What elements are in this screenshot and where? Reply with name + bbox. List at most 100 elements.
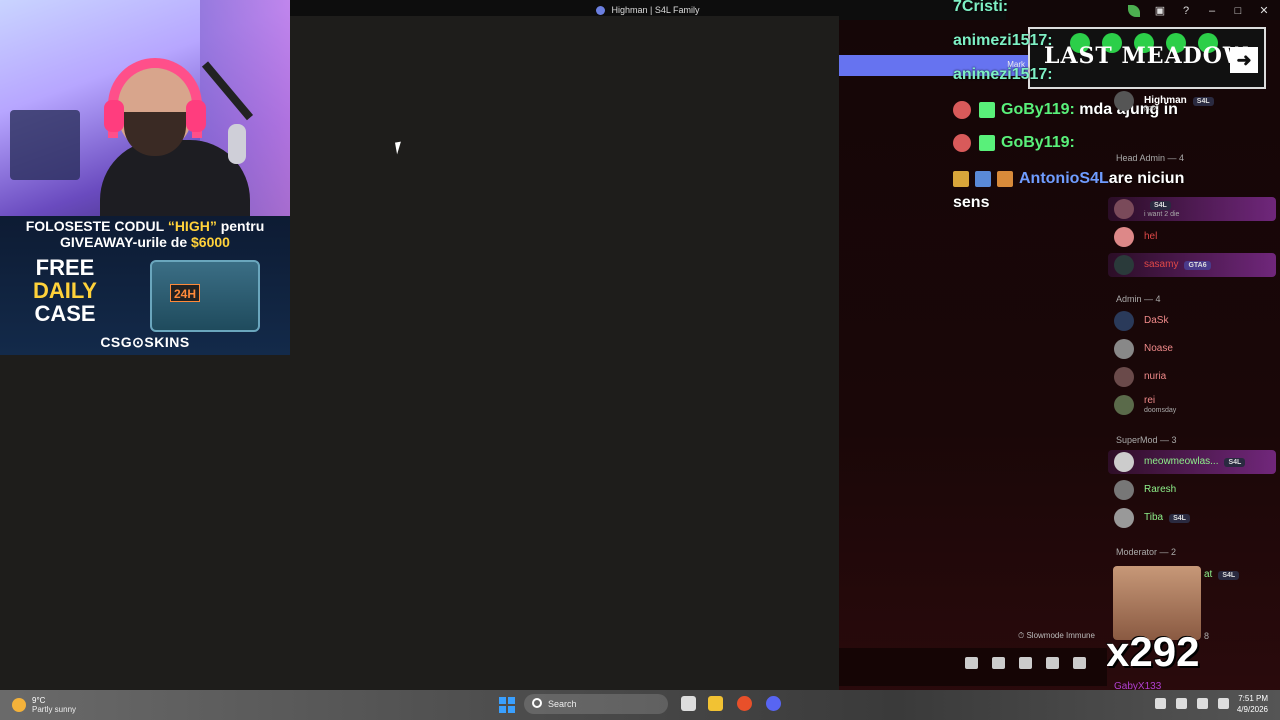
ad-daily: DAILY: [33, 278, 97, 303]
ad-free: FREE: [35, 255, 95, 280]
emote-icon: [953, 134, 971, 152]
clock-date: 4/9/2026: [1236, 705, 1268, 714]
sponsor-banner: FOLOSESTE CODUL “HIGH” pentru GIVEAWAY-u…: [0, 216, 290, 355]
member-row[interactable]: meowmeowlas... S4L: [1108, 450, 1276, 474]
task-view-icon[interactable]: [681, 696, 696, 711]
member-row[interactable]: nuria: [1108, 365, 1276, 389]
crown-badge-icon: [953, 170, 969, 187]
member-name: meowmeowlas... S4L: [1144, 456, 1246, 467]
chat-line: animezi1517:: [953, 66, 1053, 84]
headset-cup-right: [186, 100, 206, 132]
member-row[interactable]: S4L i want 2 die: [1108, 197, 1276, 221]
member-row[interactable]: Highman S4L ppsc: [1108, 89, 1276, 113]
ad-case: CASE: [34, 301, 96, 326]
clan-tag: S4L: [1224, 458, 1246, 467]
chat-line: animezi1517:: [953, 32, 1053, 50]
composer-actions: [965, 657, 1086, 669]
main-pane[interactable]: [290, 16, 839, 699]
chat-user: 7Cristi:: [953, 0, 1009, 15]
member-row[interactable]: DaSk: [1108, 309, 1276, 333]
headphones-icon[interactable]: [1176, 698, 1187, 709]
taskbar-clock[interactable]: 7:51 PM 4/9/2026: [1237, 693, 1268, 715]
ad-line-1: FOLOSESTE CODUL “HIGH” pentru: [0, 218, 290, 234]
avatar: [1114, 311, 1134, 331]
avatar: [1114, 452, 1134, 472]
taskbar-search[interactable]: Search: [524, 694, 668, 714]
member-row[interactable]: rei doomsday: [1108, 393, 1276, 417]
member-status: ppsc: [1144, 105, 1159, 112]
chat-user: animezi1517:: [953, 66, 1053, 83]
gif-icon[interactable]: [992, 657, 1005, 669]
weather-condition: Partly sunny: [32, 705, 77, 714]
emote-icon: [953, 101, 971, 119]
sticker-icon[interactable]: [1019, 657, 1032, 669]
chat-line: GoBy119:: [953, 134, 1075, 152]
avatar: [1114, 227, 1134, 247]
clan-tag: S4L: [1169, 514, 1190, 523]
avatar: [1114, 480, 1134, 500]
volume-icon[interactable]: [1218, 698, 1229, 709]
avatar: [1114, 508, 1134, 528]
avatar: [1114, 367, 1134, 387]
leaf-icon[interactable]: [1128, 5, 1140, 17]
network-icon[interactable]: [1197, 698, 1208, 709]
member-name: rei: [1144, 395, 1156, 406]
last-meadow-banner: LAST MEADOW ➜: [1028, 27, 1266, 89]
member-row[interactable]: hel: [1108, 225, 1276, 249]
file-explorer-icon[interactable]: [708, 696, 723, 711]
member-row[interactable]: Noase: [1108, 337, 1276, 361]
member-row[interactable]: Raresh: [1108, 478, 1276, 502]
chat-user: AntonioS4L: [1019, 170, 1109, 187]
search-icon: [532, 698, 542, 708]
sub-badge-icon: [975, 170, 991, 187]
ad-amount: $6000: [191, 234, 230, 250]
chevron-up-icon[interactable]: [1155, 698, 1166, 709]
gift-icon[interactable]: [965, 657, 978, 669]
background-shelf: [10, 110, 80, 180]
member-status: doomsday: [1144, 407, 1177, 414]
close-icon[interactable]: ✕: [1258, 5, 1270, 17]
member-status: i want 2 die: [1144, 211, 1180, 218]
arrow-right-icon: ➜: [1230, 47, 1258, 73]
ad-line1-suffix: pentru: [216, 218, 265, 234]
help-icon[interactable]: ?: [1180, 5, 1192, 17]
member-name: S4L: [1144, 199, 1171, 210]
discord-taskbar-icon[interactable]: [766, 696, 781, 711]
left-empty-area: [0, 355, 290, 699]
emote-counter: x292: [1106, 628, 1200, 675]
brave-browser-icon[interactable]: [737, 696, 752, 711]
partly-sunny-icon: [12, 698, 26, 712]
avatar: [1114, 255, 1134, 275]
avatar: [1114, 395, 1134, 415]
avatar: [1114, 91, 1134, 111]
chat-line: AntonioS4Lare niciun: [953, 170, 1184, 188]
member-name: at S4L: [1204, 569, 1240, 580]
slowmode-indicator: ⏱ Slowmode Immune: [1018, 631, 1095, 640]
maximize-icon[interactable]: □: [1232, 5, 1244, 17]
apps-icon[interactable]: [1073, 657, 1086, 669]
free-daily-case: FREE DAILY CASE: [30, 256, 100, 325]
clan-tag: GTA6: [1184, 261, 1211, 270]
ad-line2-prefix: GIVEAWAY-urile de: [60, 234, 192, 250]
chat-user: GoBy119:: [1001, 101, 1075, 119]
search-placeholder: Search: [548, 699, 577, 709]
clock-time: 7:51 PM: [1238, 694, 1268, 703]
member-name: sasamy GTA6: [1144, 259, 1211, 270]
ad-code: “HIGH”: [167, 218, 217, 234]
discord-icon: [596, 5, 606, 15]
headset-cup-left: [104, 100, 124, 132]
emoji-icon[interactable]: [1046, 657, 1059, 669]
clan-tag: S4L: [1150, 201, 1171, 210]
inbox-icon[interactable]: ▣: [1154, 5, 1166, 17]
member-row[interactable]: sasamy GTA6: [1108, 253, 1276, 277]
minimize-icon[interactable]: –: [1206, 5, 1218, 17]
ad-line-2: GIVEAWAY-urile de $6000: [0, 234, 290, 250]
case-box-icon: 24H: [150, 260, 260, 332]
member-row[interactable]: Tiba S4L: [1108, 506, 1276, 530]
weather-widget[interactable]: 9°C Partly sunny: [12, 696, 76, 714]
chat-message: are niciun: [1108, 170, 1185, 187]
start-button[interactable]: [499, 697, 515, 713]
member-name: Raresh: [1144, 484, 1177, 495]
member-name: Noase: [1144, 343, 1173, 354]
member-name: DaSk: [1144, 315, 1169, 326]
